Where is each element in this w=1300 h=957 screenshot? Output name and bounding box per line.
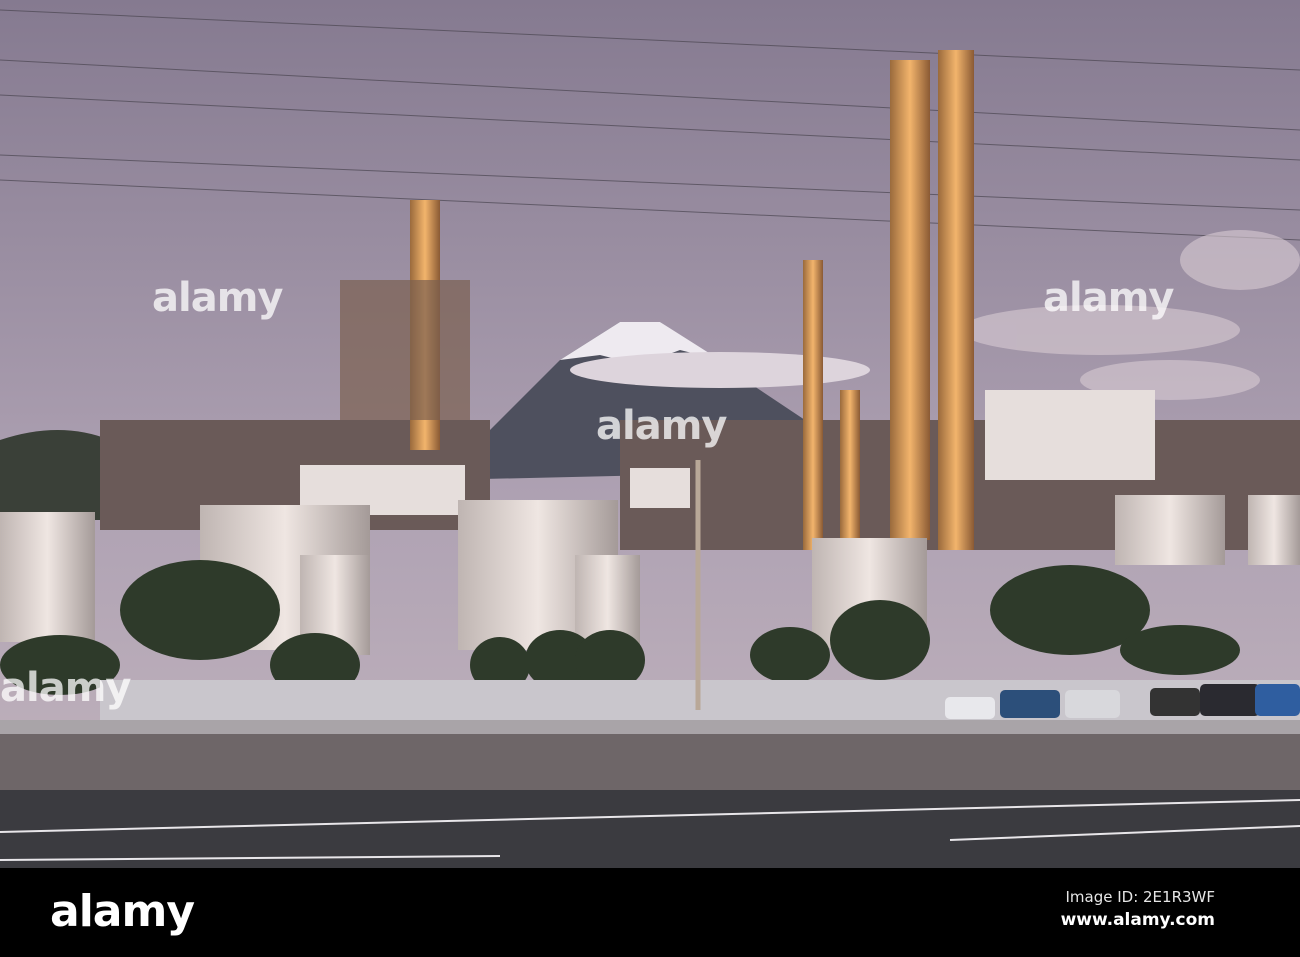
left-hill [0, 430, 110, 520]
site-url[interactable]: www.alamy.com [1061, 910, 1215, 930]
highway [0, 790, 1300, 868]
guardrail [0, 720, 1300, 734]
footer-bar: alamy Image ID: 2E1R3WF www.alamy.com [0, 868, 1300, 957]
alamy-logo: alamy [50, 886, 195, 937]
watermark: alamy [0, 665, 131, 711]
image-id: Image ID: 2E1R3WF [1065, 888, 1215, 906]
watermark: alamy [152, 275, 283, 321]
fuji-cloud [570, 352, 870, 388]
stock-photo-page: alamy alamy alamy alamy alamy Image ID: … [0, 0, 1300, 957]
watermark: alamy [596, 403, 727, 449]
watermark: alamy [1043, 275, 1174, 321]
